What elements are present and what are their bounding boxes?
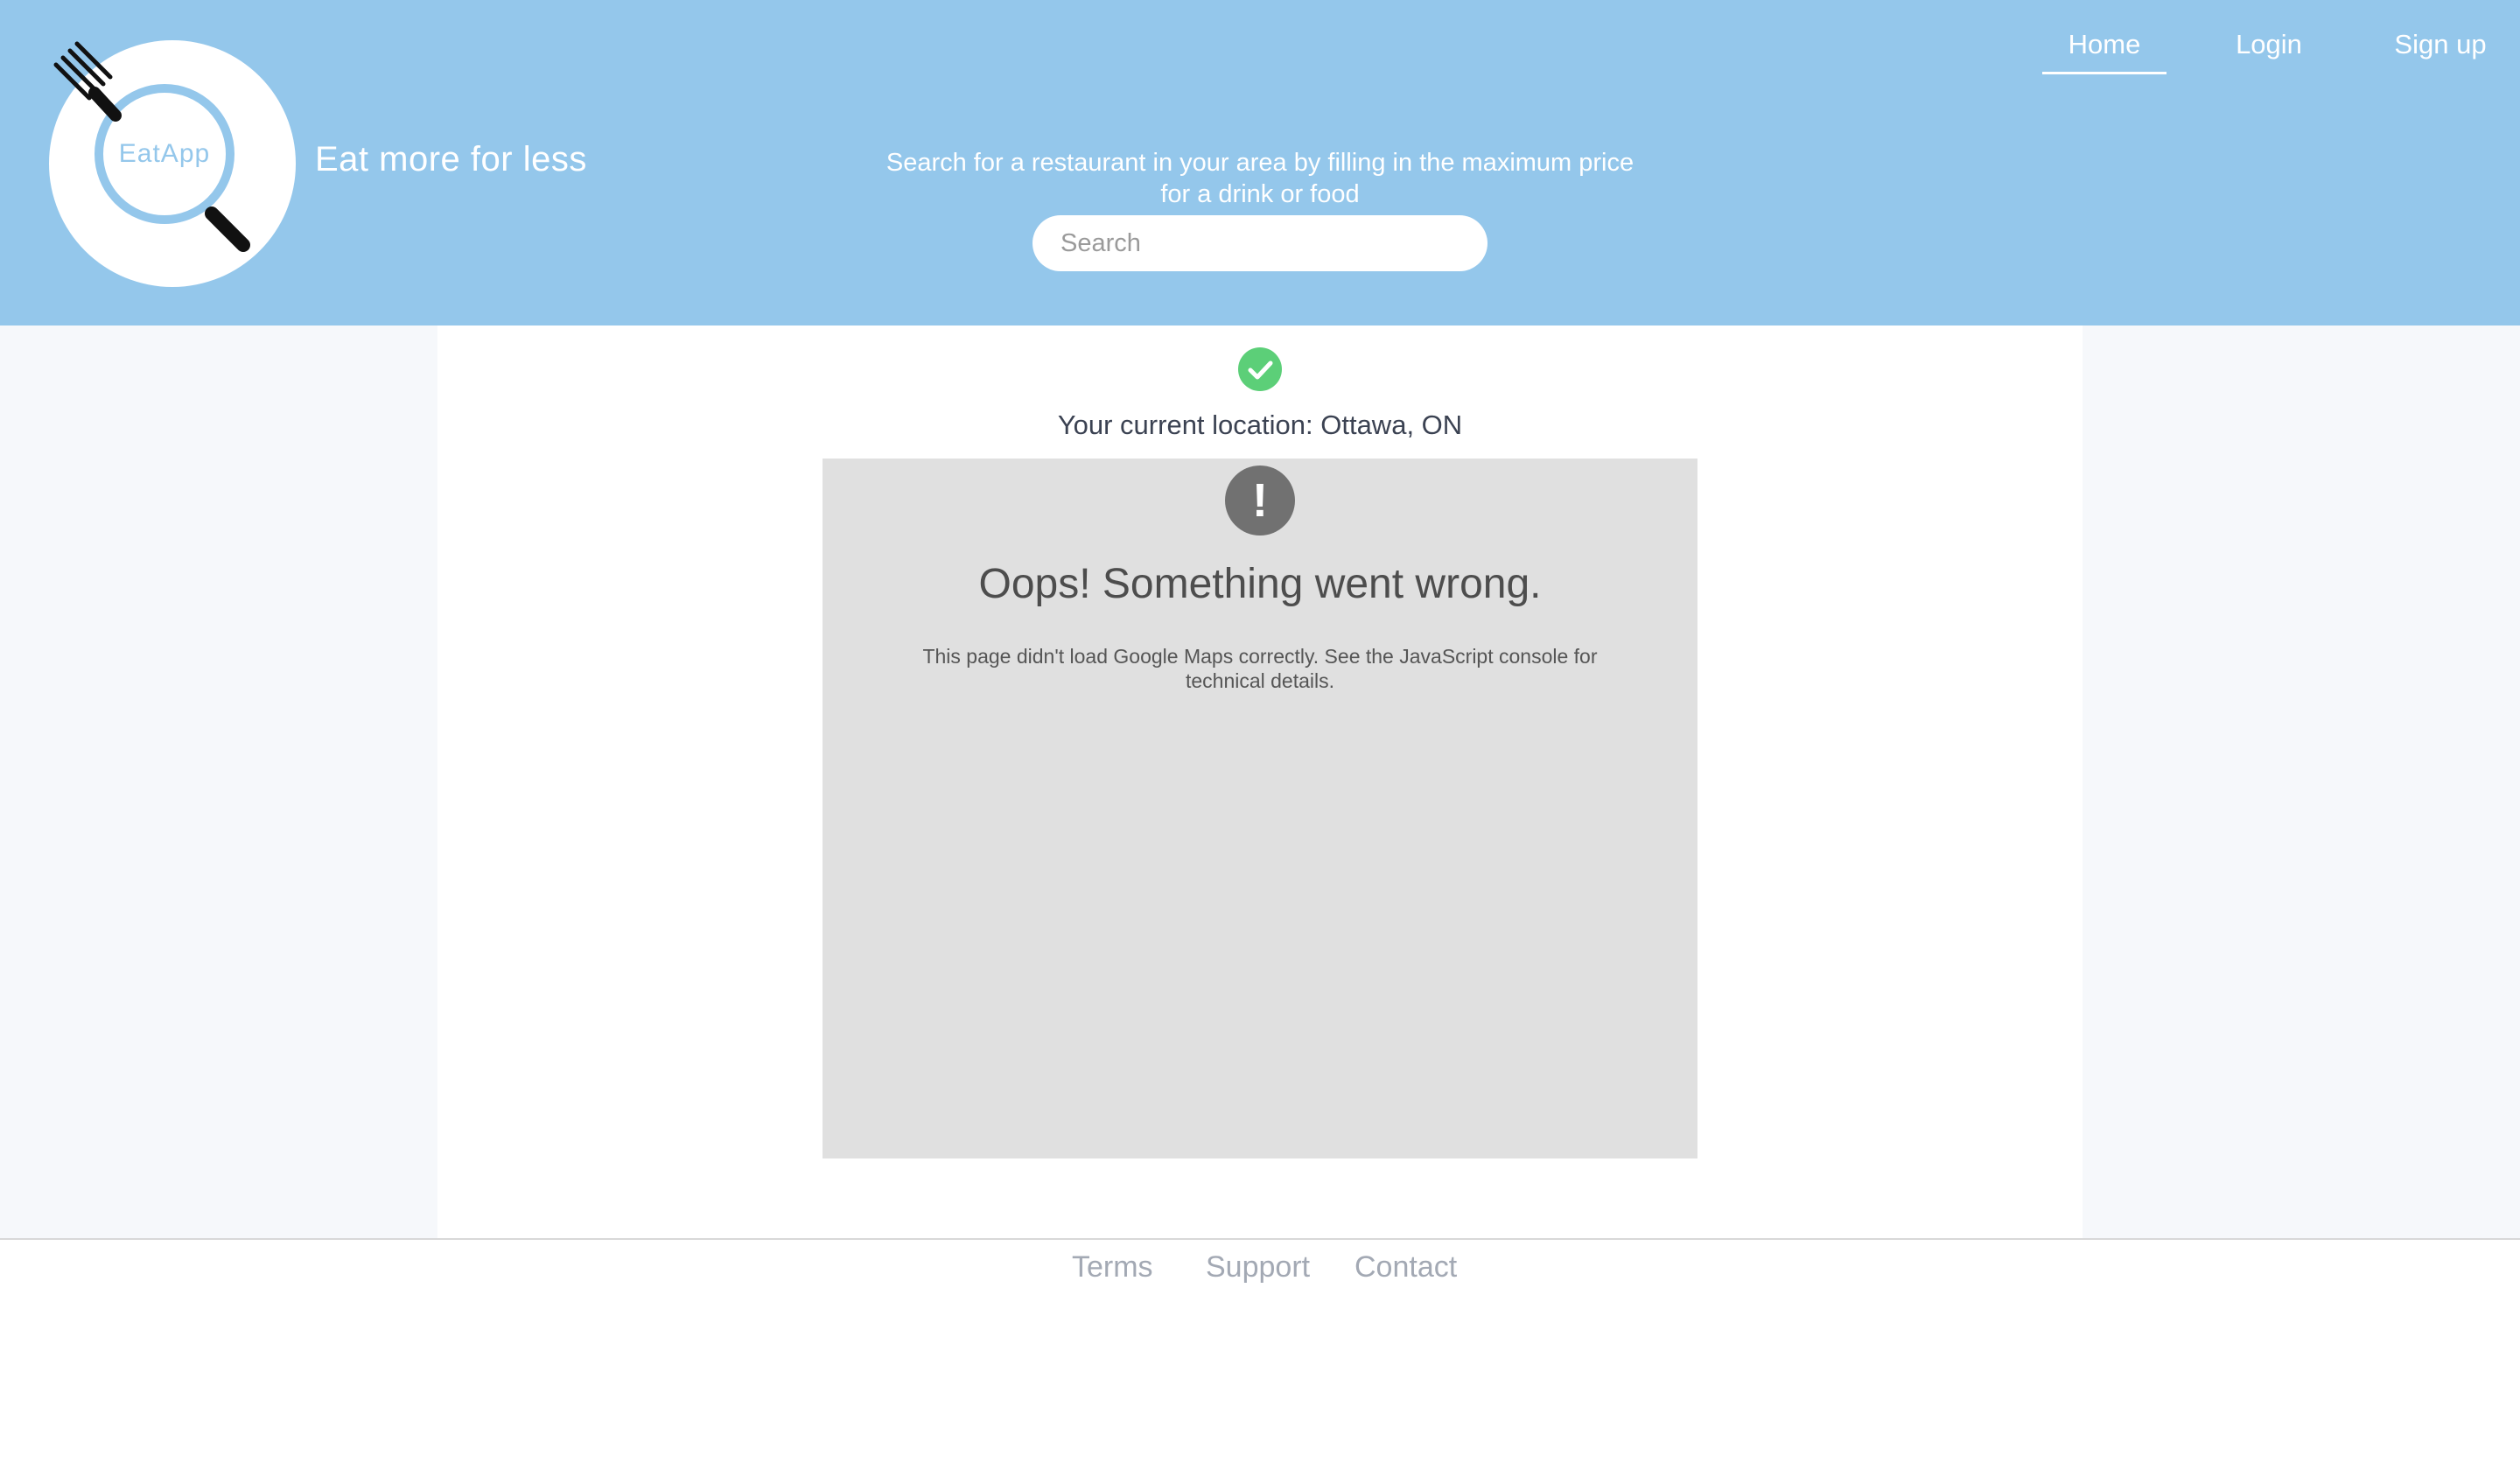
nav-home[interactable]: Home: [2042, 26, 2166, 74]
footer-contact-link[interactable]: Contact: [1354, 1250, 1457, 1284]
nav-login[interactable]: Login: [2221, 26, 2317, 72]
map-panel[interactable]: ! Oops! Something went wrong. This page …: [822, 458, 1698, 1158]
nav-signup[interactable]: Sign up: [2380, 26, 2501, 72]
map-error-description: This page didn't load Google Maps correc…: [922, 645, 1598, 692]
logo[interactable]: EatApp: [49, 40, 296, 287]
alert-icon: !: [1225, 466, 1295, 536]
site-footer: Terms Support Contact: [0, 1238, 2520, 1470]
search-input[interactable]: [1032, 215, 1488, 271]
map-error-title: Oops! Something went wrong.: [978, 561, 1542, 607]
footer-terms-link[interactable]: Terms: [1072, 1250, 1153, 1284]
footer-support-link[interactable]: Support: [1206, 1250, 1310, 1284]
magnifier-handle-icon: [205, 206, 250, 252]
search-hint: Search for a restaurant in your area by …: [886, 149, 1634, 208]
left-gutter: [0, 326, 438, 1238]
current-location: Your current location: Ottawa, ON: [1057, 410, 1463, 440]
check-icon: [1238, 347, 1282, 391]
right-gutter: [2082, 326, 2520, 1238]
tagline: Eat more for less: [315, 140, 587, 178]
fork-icon: [53, 41, 122, 122]
site-header: EatApp Eat more for less Search for a re…: [0, 0, 2520, 326]
